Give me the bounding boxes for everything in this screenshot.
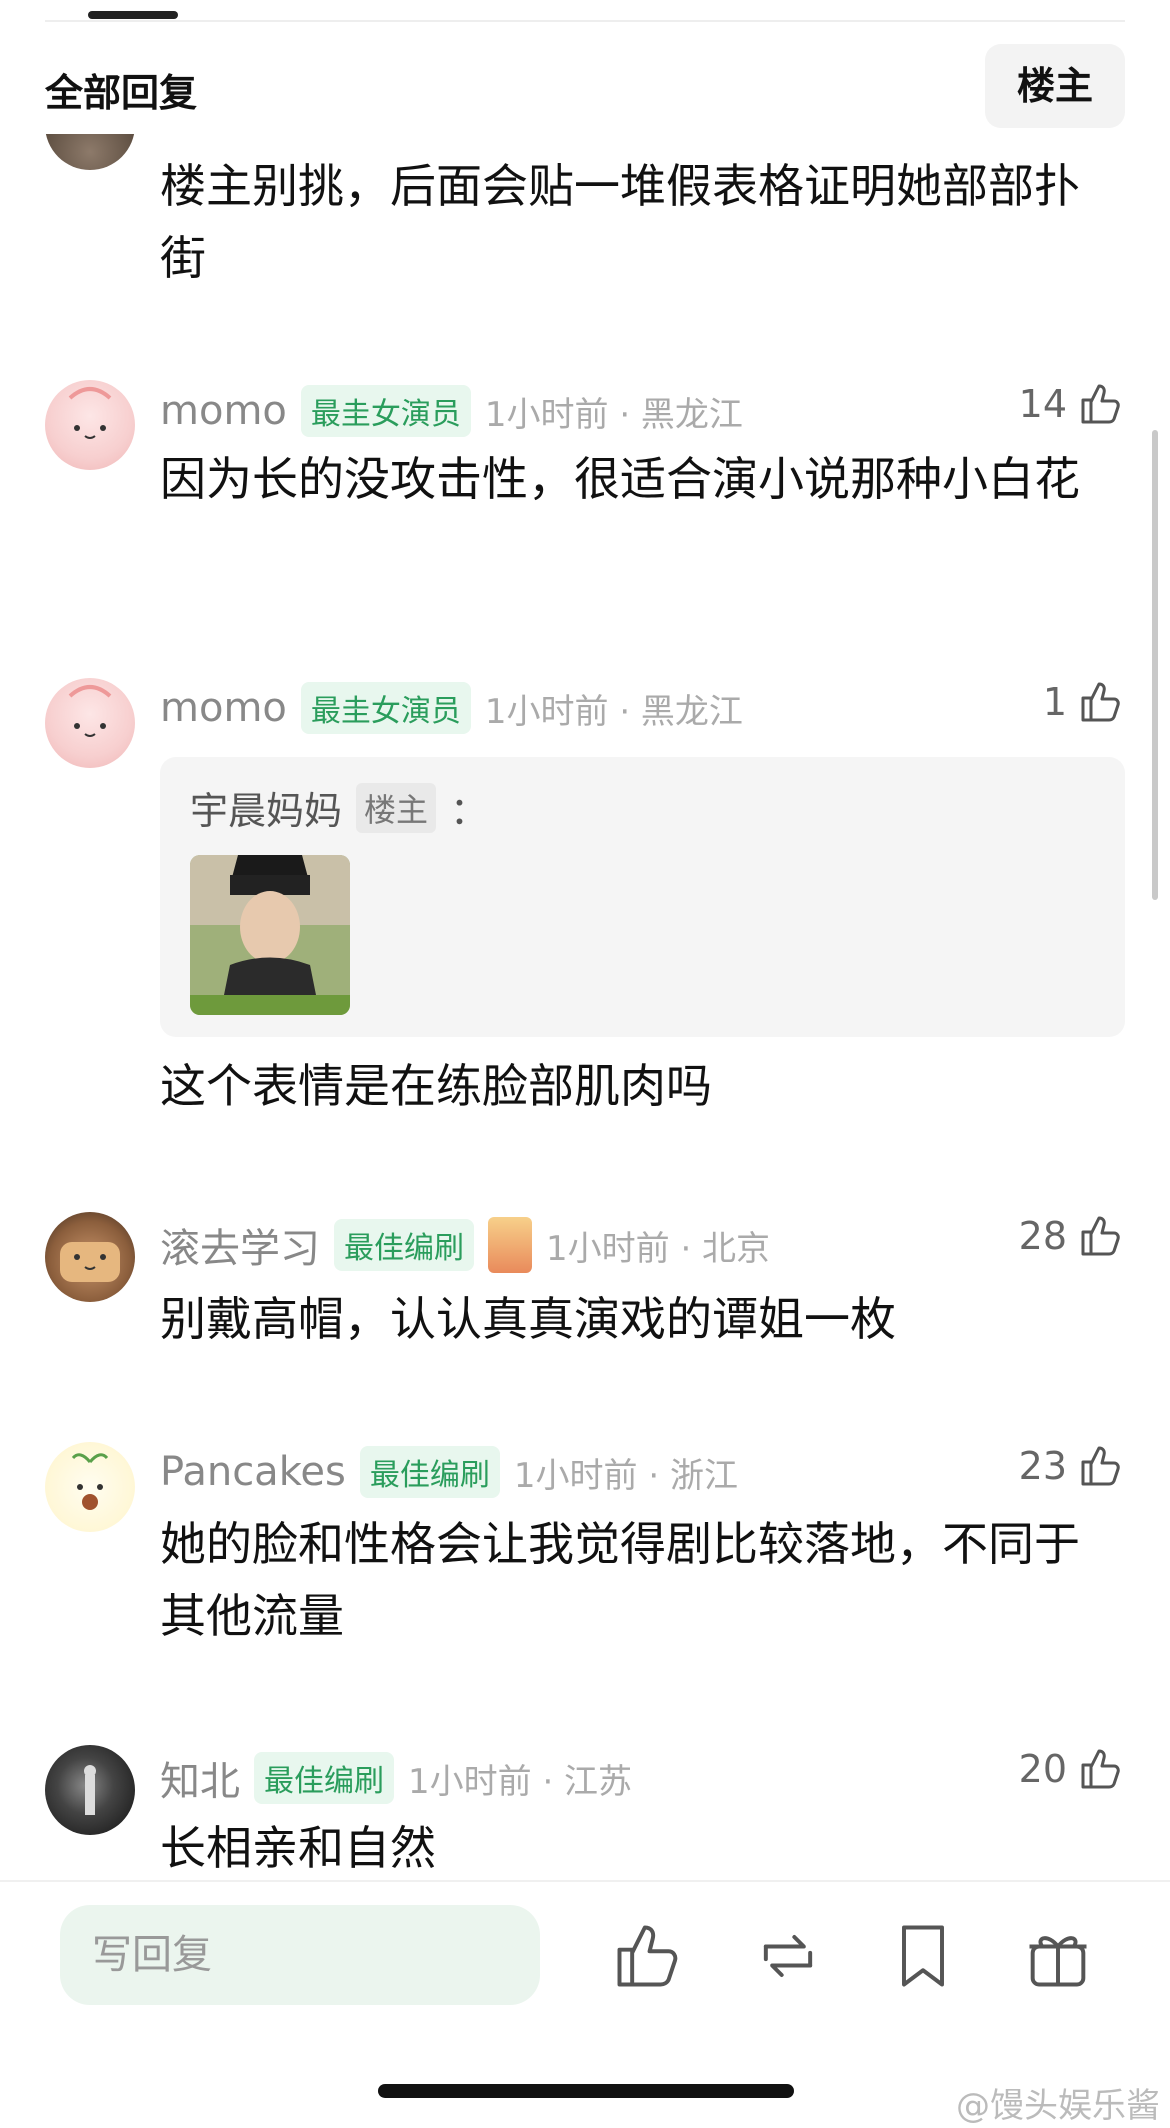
- home-indicator[interactable]: [378, 2084, 794, 2098]
- comment-text: 楼主别挑，后面会贴一堆假表格证明她部部扑街: [160, 159, 1080, 285]
- gift-icon[interactable]: [1020, 1918, 1096, 1994]
- user-badge: 最佳编刷: [254, 1752, 394, 1804]
- op-badge: 楼主: [356, 782, 437, 833]
- comment-header: momo 最圭女演员 1小时前 · 黑龙江: [160, 385, 743, 437]
- user-badge: 最圭女演员: [300, 385, 471, 437]
- user-badge: 最佳编刷: [334, 1219, 474, 1271]
- comment-header: 知北 最佳编刷 1小时前 · 江苏: [160, 1749, 632, 1807]
- username[interactable]: momo: [160, 388, 287, 434]
- comment-meta: 1小时前 · 黑龙江: [484, 691, 743, 732]
- username[interactable]: 滚去学习: [160, 1216, 320, 1274]
- tab-underline: [45, 20, 1125, 22]
- avatar[interactable]: [45, 380, 135, 470]
- comment-text: 这个表情是在练脸部肌肉吗: [160, 1059, 712, 1113]
- like-count: 20: [1018, 1747, 1067, 1791]
- thumbs-up-icon: [1081, 682, 1120, 722]
- quote-colon: ：: [450, 789, 489, 833]
- thumbs-up-icon[interactable]: [610, 1918, 686, 1994]
- avatar[interactable]: [45, 678, 135, 768]
- like-button[interactable]: 14: [1019, 380, 1125, 428]
- scrollbar[interactable]: [1152, 430, 1158, 900]
- figure-avatar-icon: [84, 1765, 96, 1815]
- thumbs-up-icon: [1081, 1216, 1120, 1256]
- comment-meta: 1小时前 · 浙江: [513, 1455, 738, 1496]
- like-count: 23: [1018, 1444, 1067, 1488]
- quote-image[interactable]: [190, 855, 350, 1015]
- like-count: 14: [1018, 382, 1067, 426]
- like-button[interactable]: 28: [1019, 1212, 1125, 1260]
- comment-meta: 1小时前 · 江苏: [408, 1761, 633, 1802]
- user-badge: 最圭女演员: [300, 682, 471, 734]
- avatar[interactable]: [45, 1442, 135, 1532]
- quote-author: 宇晨妈妈 楼主 ：: [190, 780, 488, 835]
- avatar[interactable]: [45, 1745, 135, 1835]
- user-badge: 最佳编刷: [359, 1446, 500, 1498]
- thumbs-up-icon: [1081, 1446, 1120, 1486]
- avatar-face-icon: [68, 685, 112, 737]
- like-button[interactable]: 1: [1043, 678, 1125, 726]
- active-tab-indicator: [88, 11, 178, 19]
- reply-input[interactable]: 写回复: [60, 1905, 540, 2005]
- comment-meta: 1小时前 · 北京: [546, 1228, 771, 1269]
- bookmark-icon[interactable]: [885, 1918, 961, 1994]
- sprout-avatar-icon: [71, 1453, 109, 1510]
- quote-author-name[interactable]: 宇晨妈妈: [190, 780, 342, 835]
- thumbs-up-icon: [1081, 1749, 1120, 1789]
- like-button[interactable]: 20: [1019, 1745, 1125, 1793]
- comment-header: momo 最圭女演员 1小时前 · 黑龙江: [160, 682, 743, 734]
- comment-text: 长相亲和自然: [160, 1821, 436, 1875]
- like-button[interactable]: 23: [1019, 1442, 1125, 1490]
- bear-avatar-icon: [60, 1242, 120, 1282]
- comment-header: Pancakes 最佳编刷 1小时前 · 浙江: [160, 1446, 738, 1498]
- username[interactable]: momo: [160, 685, 287, 731]
- comment-text: 她的脸和性格会让我觉得剧比较落地，不同于其他流量: [160, 1517, 1080, 1643]
- avatar[interactable]: [45, 1212, 135, 1302]
- username[interactable]: Pancakes: [160, 1449, 346, 1495]
- comment-header: 滚去学习 最佳编刷 1小时前 · 北京: [160, 1216, 770, 1274]
- op-only-button[interactable]: 楼主: [985, 44, 1125, 128]
- comment-meta: 1小时前 · 黑龙江: [484, 394, 743, 435]
- repost-icon[interactable]: [750, 1918, 826, 1994]
- comment-text: 别戴高帽，认认真真演戏的谭姐一枚: [160, 1292, 896, 1346]
- sticker-badge-icon: [488, 1217, 532, 1273]
- like-count: 1: [1042, 680, 1067, 724]
- comment-text: 因为长的没攻击性，很适合演小说那种小白花: [160, 452, 1080, 506]
- thumbs-up-icon: [1081, 384, 1120, 424]
- watermark: @馒头娱乐酱: [956, 2086, 1160, 2126]
- page-title: 全部回复: [45, 71, 198, 115]
- avatar-face-icon: [68, 387, 112, 439]
- username[interactable]: 知北: [160, 1749, 240, 1807]
- like-count: 28: [1018, 1214, 1067, 1258]
- portrait-image: [190, 855, 350, 1015]
